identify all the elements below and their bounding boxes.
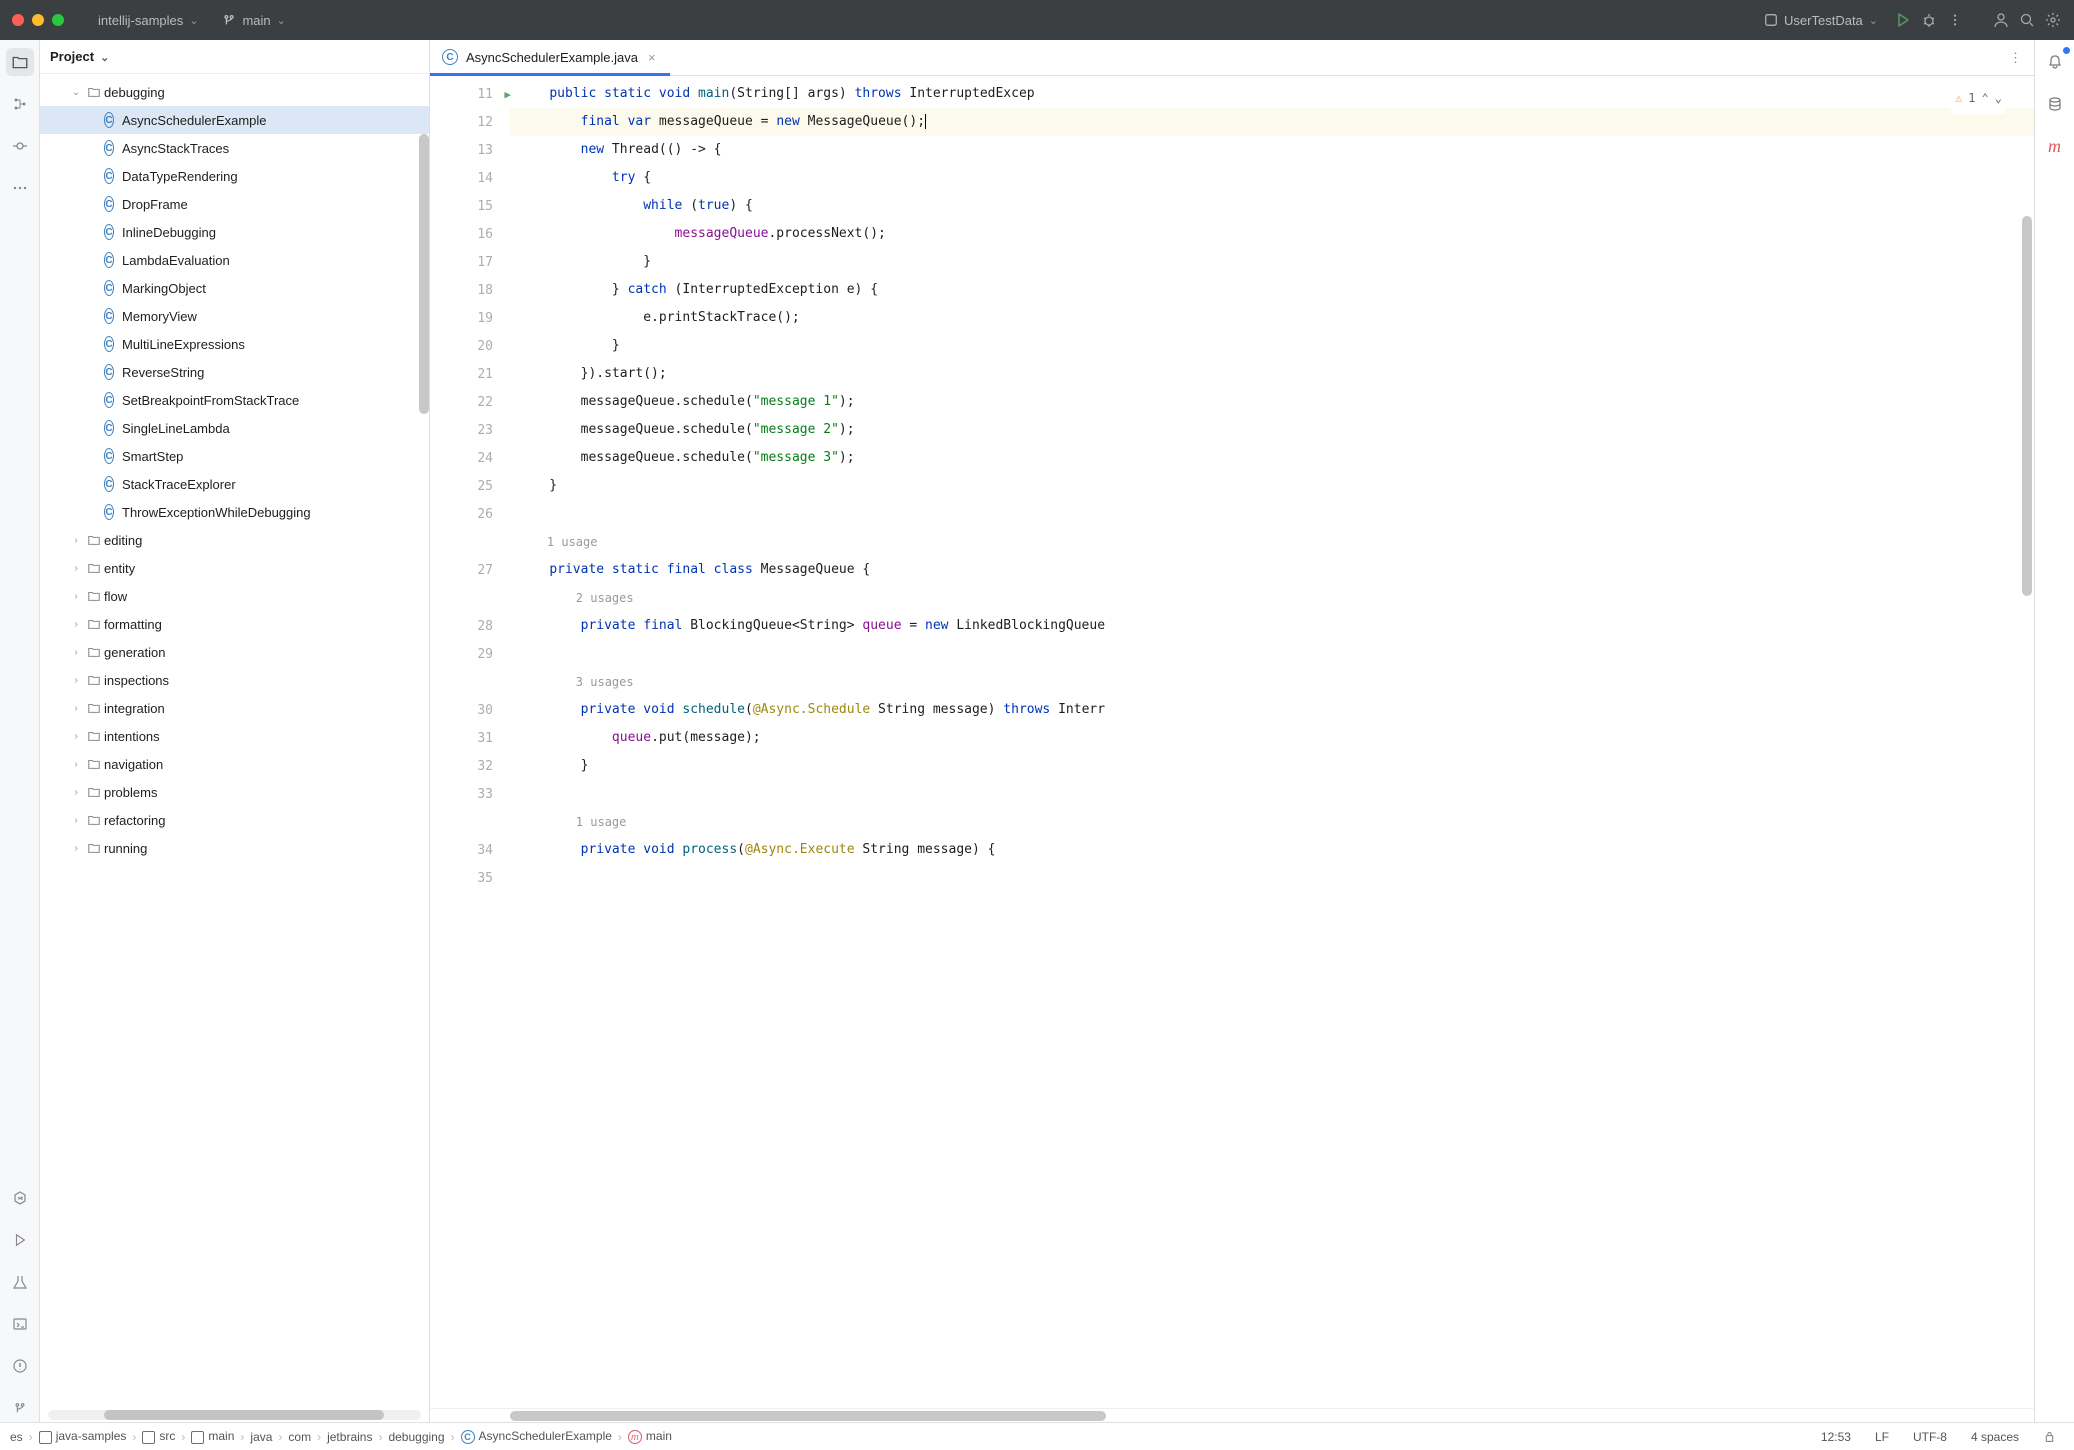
crumb-java-samples[interactable]: java-samples <box>39 1429 127 1443</box>
editor-hscroll[interactable] <box>430 1408 2034 1422</box>
crumb-java[interactable]: java <box>250 1430 272 1444</box>
maximize-window-button[interactable] <box>52 14 64 26</box>
problems-tool-button[interactable] <box>6 1352 34 1380</box>
line-ending[interactable]: LF <box>1867 1430 1897 1444</box>
encoding[interactable]: UTF-8 <box>1905 1430 1955 1444</box>
tree-class-MemoryView[interactable]: CMemoryView <box>40 302 429 330</box>
services-tool-button[interactable] <box>6 1184 34 1212</box>
crumb-main[interactable]: mmain <box>628 1429 672 1444</box>
structure-tool-button[interactable] <box>6 90 34 118</box>
tree-folder-generation[interactable]: ›generation <box>40 638 429 666</box>
main-area: Project ⌄debuggingCAsyncSchedulerExample… <box>0 40 2074 1422</box>
module-icon <box>1764 13 1778 27</box>
crumb-com[interactable]: com <box>288 1430 311 1444</box>
tree-folder-formatting[interactable]: ›formatting <box>40 610 429 638</box>
run-button[interactable] <box>1894 11 1912 29</box>
tree-class-AsyncSchedulerExample[interactable]: CAsyncSchedulerExample <box>40 106 429 134</box>
readonly-toggle[interactable] <box>2035 1430 2064 1443</box>
tree-folder-entity[interactable]: ›entity <box>40 554 429 582</box>
maven-tool-button[interactable]: m <box>2041 132 2069 160</box>
tree-class-SetBreakpointFromStackTrace[interactable]: CSetBreakpointFromStackTrace <box>40 386 429 414</box>
window-controls <box>12 14 64 26</box>
right-tool-rail: m <box>2034 40 2074 1422</box>
terminal-tool-button[interactable] <box>6 1310 34 1338</box>
crumb-main[interactable]: main <box>191 1429 234 1443</box>
notifications-button[interactable] <box>2041 48 2069 76</box>
code-content[interactable]: ⚠ 1 ⌃ ⌄ public static void main(String[]… <box>510 76 2034 1408</box>
crumb-debugging[interactable]: debugging <box>388 1430 444 1444</box>
project-tree[interactable]: ⌄debuggingCAsyncSchedulerExampleCAsyncSt… <box>40 74 429 1408</box>
warning-icon: ⚠ <box>1955 84 1962 112</box>
minimize-window-button[interactable] <box>32 14 44 26</box>
account-button[interactable] <box>1992 11 2010 29</box>
indent[interactable]: 4 spaces <box>1963 1430 2027 1444</box>
editor-tabs: C AsyncSchedulerExample.java × ⋮ <box>430 40 2034 76</box>
tree-class-ReverseString[interactable]: CReverseString <box>40 358 429 386</box>
settings-button[interactable] <box>2044 11 2062 29</box>
tree-class-LambdaEvaluation[interactable]: CLambdaEvaluation <box>40 246 429 274</box>
tree-folder-integration[interactable]: ›integration <box>40 694 429 722</box>
debug-button[interactable] <box>1920 11 1938 29</box>
tree-folder-problems[interactable]: ›problems <box>40 778 429 806</box>
editor-vscroll[interactable] <box>2022 216 2032 596</box>
tree-class-ThrowExceptionWhileDebugging[interactable]: CThrowExceptionWhileDebugging <box>40 498 429 526</box>
branch-selector[interactable]: main <box>214 10 293 31</box>
project-tool-button[interactable] <box>6 48 34 76</box>
more-tool-button[interactable] <box>6 174 34 202</box>
commit-tool-button[interactable] <box>6 132 34 160</box>
next-problem-button[interactable]: ⌄ <box>1995 84 2002 112</box>
crumb-AsyncSchedulerExample[interactable]: CAsyncSchedulerExample <box>461 1429 612 1444</box>
statusbar: es›java-samples›src›main›java›com›jetbra… <box>0 1422 2074 1450</box>
class-icon: C <box>442 49 458 65</box>
breadcrumb[interactable]: es›java-samples›src›main›java›com›jetbra… <box>10 1429 672 1444</box>
tree-folder-running[interactable]: ›running <box>40 834 429 862</box>
search-button[interactable] <box>2018 11 2036 29</box>
tree-folder-intentions[interactable]: ›intentions <box>40 722 429 750</box>
project-tree-vscroll[interactable] <box>419 134 429 414</box>
tree-folder-inspections[interactable]: ›inspections <box>40 666 429 694</box>
tab-more-button[interactable]: ⋮ <box>1997 40 2034 75</box>
tree-class-MultiLineExpressions[interactable]: CMultiLineExpressions <box>40 330 429 358</box>
crumb-jetbrains[interactable]: jetbrains <box>327 1430 372 1444</box>
tree-folder-flow[interactable]: ›flow <box>40 582 429 610</box>
tree-class-DropFrame[interactable]: CDropFrame <box>40 190 429 218</box>
left-tool-rail <box>0 40 40 1422</box>
project-panel: Project ⌄debuggingCAsyncSchedulerExample… <box>40 40 430 1422</box>
tree-class-InlineDebugging[interactable]: CInlineDebugging <box>40 218 429 246</box>
close-tab-button[interactable]: × <box>646 48 658 67</box>
tree-folder-navigation[interactable]: ›navigation <box>40 750 429 778</box>
caret-position[interactable]: 12:53 <box>1813 1430 1859 1444</box>
titlebar: intellij-samples main UserTestData <box>0 0 2074 40</box>
project-tree-hscroll[interactable] <box>48 1410 421 1420</box>
run-config-selector[interactable]: UserTestData <box>1756 10 1886 31</box>
prev-problem-button[interactable]: ⌃ <box>1982 84 1989 112</box>
build-tool-button[interactable] <box>6 1268 34 1296</box>
tree-class-MarkingObject[interactable]: CMarkingObject <box>40 274 429 302</box>
crumb-src[interactable]: src <box>142 1429 175 1443</box>
tree-class-AsyncStackTraces[interactable]: CAsyncStackTraces <box>40 134 429 162</box>
tree-folder-debugging[interactable]: ⌄debugging <box>40 78 429 106</box>
database-tool-button[interactable] <box>2041 90 2069 118</box>
code-editor[interactable]: 1112131415161718192021222324252627282930… <box>430 76 2034 1408</box>
tree-class-SmartStep[interactable]: CSmartStep <box>40 442 429 470</box>
editor-tab-active[interactable]: C AsyncSchedulerExample.java × <box>430 41 670 76</box>
tab-label: AsyncSchedulerExample.java <box>466 50 638 65</box>
tree-class-SingleLineLambda[interactable]: CSingleLineLambda <box>40 414 429 442</box>
crumb-es[interactable]: es <box>10 1430 23 1444</box>
project-selector[interactable]: intellij-samples <box>90 10 206 31</box>
branch-icon <box>222 13 236 27</box>
more-actions-button[interactable] <box>1946 11 1964 29</box>
inspection-widget[interactable]: ⚠ 1 ⌃ ⌄ <box>1951 82 2006 114</box>
tree-class-DataTypeRendering[interactable]: CDataTypeRendering <box>40 162 429 190</box>
tree-folder-refactoring[interactable]: ›refactoring <box>40 806 429 834</box>
editor-area: C AsyncSchedulerExample.java × ⋮ 1112131… <box>430 40 2034 1422</box>
gutter[interactable]: 1112131415161718192021222324252627282930… <box>430 76 510 1408</box>
tree-class-StackTraceExplorer[interactable]: CStackTraceExplorer <box>40 470 429 498</box>
tree-folder-editing[interactable]: ›editing <box>40 526 429 554</box>
run-tool-button[interactable] <box>6 1226 34 1254</box>
vcs-tool-button[interactable] <box>6 1394 34 1422</box>
project-panel-header[interactable]: Project <box>40 40 429 74</box>
close-window-button[interactable] <box>12 14 24 26</box>
